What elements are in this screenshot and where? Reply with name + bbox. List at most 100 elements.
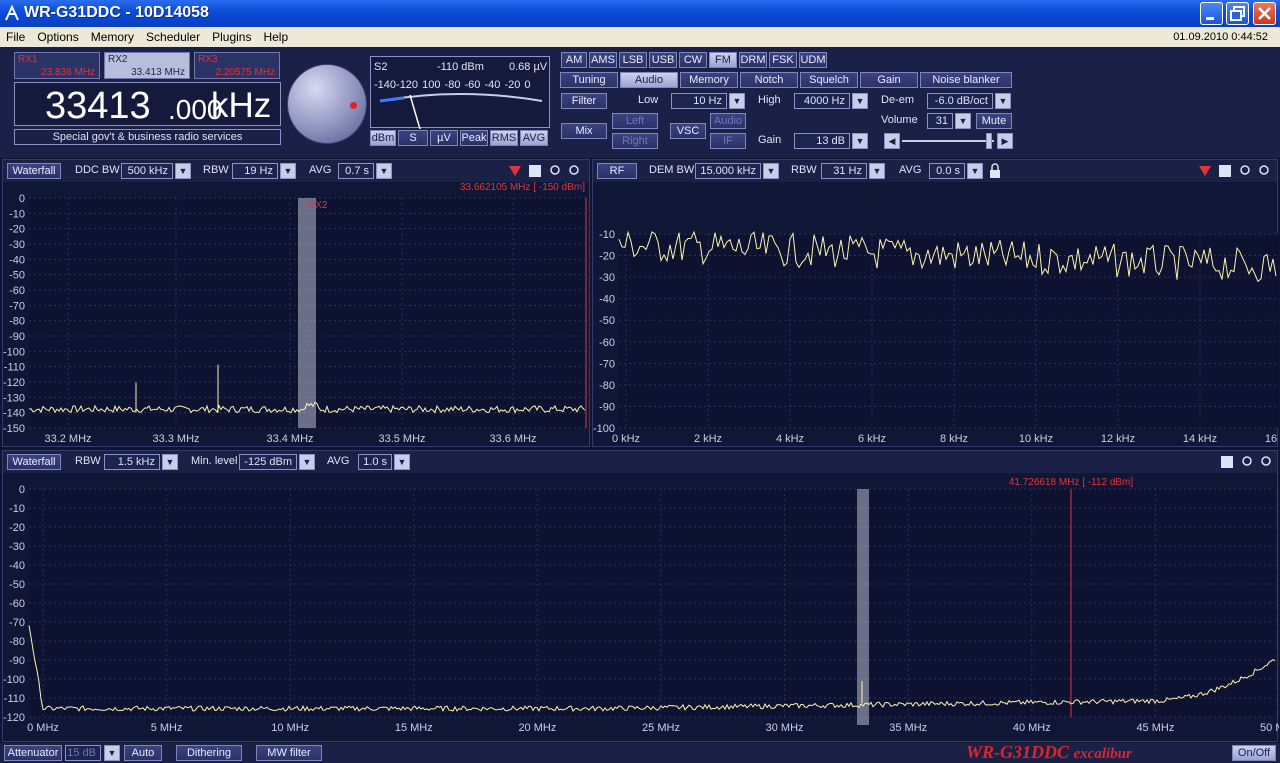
attenuator-button[interactable]: Attenuator [4, 745, 62, 761]
mode-am[interactable]: AM [561, 52, 587, 68]
on-off-button[interactable]: On/Off [1232, 745, 1276, 761]
tab-audio[interactable]: Audio [620, 72, 678, 88]
chevron-down-icon[interactable]: ▼ [394, 454, 410, 470]
zoom-in-icon[interactable] [550, 165, 560, 175]
menu-plugins[interactable]: Plugins [206, 27, 257, 44]
mode-drm[interactable]: DRM [739, 52, 767, 68]
avg-field[interactable]: 1.0 s [358, 454, 392, 470]
ddc-spectrum-plot[interactable]: 0 -10 -20 -30 -40 -50 -60 -70 -80 -90 -100 -110 -120… [3, 182, 591, 448]
tab-squelch[interactable]: Squelch [800, 72, 858, 88]
dem-bw-field[interactable]: 15.000 kHz [695, 163, 761, 179]
meter-avg-button[interactable]: AVG [520, 130, 548, 146]
mode-fm[interactable]: FM [709, 52, 737, 68]
meter-uv-button[interactable]: µV [430, 130, 458, 146]
attenuator-field[interactable]: 15 dB [65, 745, 101, 761]
chevron-down-icon[interactable]: ▼ [995, 93, 1011, 109]
left-button[interactable]: Left [612, 113, 658, 129]
right-button[interactable]: Right [612, 133, 658, 149]
low-cutoff-field[interactable]: 10 Hz [671, 93, 727, 109]
auto-button[interactable]: Auto [124, 745, 162, 761]
tab-gain[interactable]: Gain [860, 72, 918, 88]
lock-icon[interactable] [987, 163, 1003, 179]
zoom-out-icon[interactable] [1261, 456, 1271, 466]
tab-notch[interactable]: Notch [740, 72, 798, 88]
save-icon[interactable] [1221, 456, 1233, 468]
wide-view-button[interactable]: Waterfall [7, 454, 61, 470]
menu-file[interactable]: File [0, 27, 31, 44]
maximize-button[interactable] [1226, 2, 1249, 25]
meter-s-button[interactable]: S [398, 130, 428, 146]
tab-tuning[interactable]: Tuning [560, 72, 618, 88]
avg-field[interactable]: 0.0 s [929, 163, 965, 179]
mix-button[interactable]: Mix [561, 123, 607, 139]
dithering-button[interactable]: Dithering [176, 745, 242, 761]
zoom-in-icon[interactable] [1242, 456, 1252, 466]
wideband-spectrum-plot[interactable]: 0 -10 -20 -30 -40 -50 -60 -70 -80 -90 -100 -110 -120… [3, 473, 1279, 743]
mode-cw[interactable]: CW [679, 52, 707, 68]
chevron-down-icon[interactable]: ▼ [104, 745, 120, 761]
chevron-down-icon[interactable]: ▼ [852, 133, 868, 149]
high-cutoff-field[interactable]: 4000 Hz [794, 93, 850, 109]
rbw-field[interactable]: 19 Hz [232, 163, 278, 179]
meter-rms-button[interactable]: RMS [490, 130, 518, 146]
mode-ams[interactable]: AMS [589, 52, 617, 68]
chevron-down-icon[interactable]: ▼ [763, 163, 779, 179]
zoom-out-icon[interactable] [1259, 165, 1269, 175]
tuning-knob[interactable] [287, 64, 367, 144]
frequency-display[interactable]: 33413 .000 kHz [14, 82, 281, 127]
mode-usb[interactable]: USB [649, 52, 677, 68]
audio-src-button[interactable]: Audio [710, 113, 746, 129]
chevron-down-icon[interactable]: ▼ [376, 163, 392, 179]
rx2-tab[interactable]: RX2 33.413 MHz [104, 52, 190, 79]
vsc-button[interactable]: VSC [670, 123, 706, 139]
if-src-button[interactable]: IF [710, 133, 746, 149]
marker-icon[interactable] [1199, 166, 1211, 176]
mute-button[interactable]: Mute [976, 113, 1012, 129]
rx1-tab[interactable]: RX1 23.836 MHz [14, 52, 100, 79]
mw-filter-button[interactable]: MW filter [256, 745, 322, 761]
filter-button[interactable]: Filter [561, 93, 607, 109]
demod-view-button[interactable]: RF [597, 163, 637, 179]
rbw-field[interactable]: 1.5 kHz [104, 454, 160, 470]
ddc-view-button[interactable]: Waterfall [7, 163, 61, 179]
volume-field[interactable]: 31 [927, 113, 953, 129]
mode-fsk[interactable]: FSK [769, 52, 797, 68]
save-icon[interactable] [1219, 165, 1231, 177]
chevron-down-icon[interactable]: ▼ [729, 93, 745, 109]
chevron-down-icon[interactable]: ▼ [162, 454, 178, 470]
meter-dbm-button[interactable]: dBm [370, 130, 396, 146]
tab-memory[interactable]: Memory [680, 72, 738, 88]
slider-left-icon[interactable]: ◀ [884, 133, 900, 149]
deemphasis-field[interactable]: -6.0 dB/oct [927, 93, 993, 109]
min-level-field[interactable]: -125 dBm [239, 454, 297, 470]
menu-options[interactable]: Options [31, 27, 84, 44]
chevron-down-icon[interactable]: ▼ [955, 113, 971, 129]
demod-spectrum-plot[interactable]: -10-20-30-40-50-60-70-80-90-1000 kHz 2 kH… [593, 182, 1279, 448]
chevron-down-icon[interactable]: ▼ [852, 93, 868, 109]
volume-slider[interactable] [902, 140, 994, 142]
chevron-down-icon[interactable]: ▼ [869, 163, 885, 179]
menu-scheduler[interactable]: Scheduler [140, 27, 206, 44]
gain-field[interactable]: 13 dB [794, 133, 850, 149]
save-icon[interactable] [529, 165, 541, 177]
avg-field[interactable]: 0.7 s [338, 163, 374, 179]
chevron-down-icon[interactable]: ▼ [280, 163, 296, 179]
mode-udm[interactable]: UDM [799, 52, 827, 68]
ddc-bw-field[interactable]: 500 kHz [121, 163, 173, 179]
zoom-in-icon[interactable] [1240, 165, 1250, 175]
marker-icon[interactable] [509, 166, 521, 176]
menu-help[interactable]: Help [257, 27, 294, 44]
slider-right-icon[interactable]: ▶ [997, 133, 1013, 149]
chevron-down-icon[interactable]: ▼ [967, 163, 983, 179]
zoom-out-icon[interactable] [569, 165, 579, 175]
rbw-field[interactable]: 31 Hz [821, 163, 867, 179]
volume-slider-thumb[interactable] [986, 133, 992, 149]
close-button[interactable] [1253, 2, 1276, 25]
chevron-down-icon[interactable]: ▼ [299, 454, 315, 470]
minimize-button[interactable] [1200, 2, 1223, 25]
mode-lsb[interactable]: LSB [619, 52, 647, 68]
tab-noise-blanker[interactable]: Noise blanker [920, 72, 1012, 88]
chevron-down-icon[interactable]: ▼ [175, 163, 191, 179]
rx3-tab[interactable]: RX3 2.20575 MHz [194, 52, 280, 79]
menu-memory[interactable]: Memory [85, 27, 140, 44]
